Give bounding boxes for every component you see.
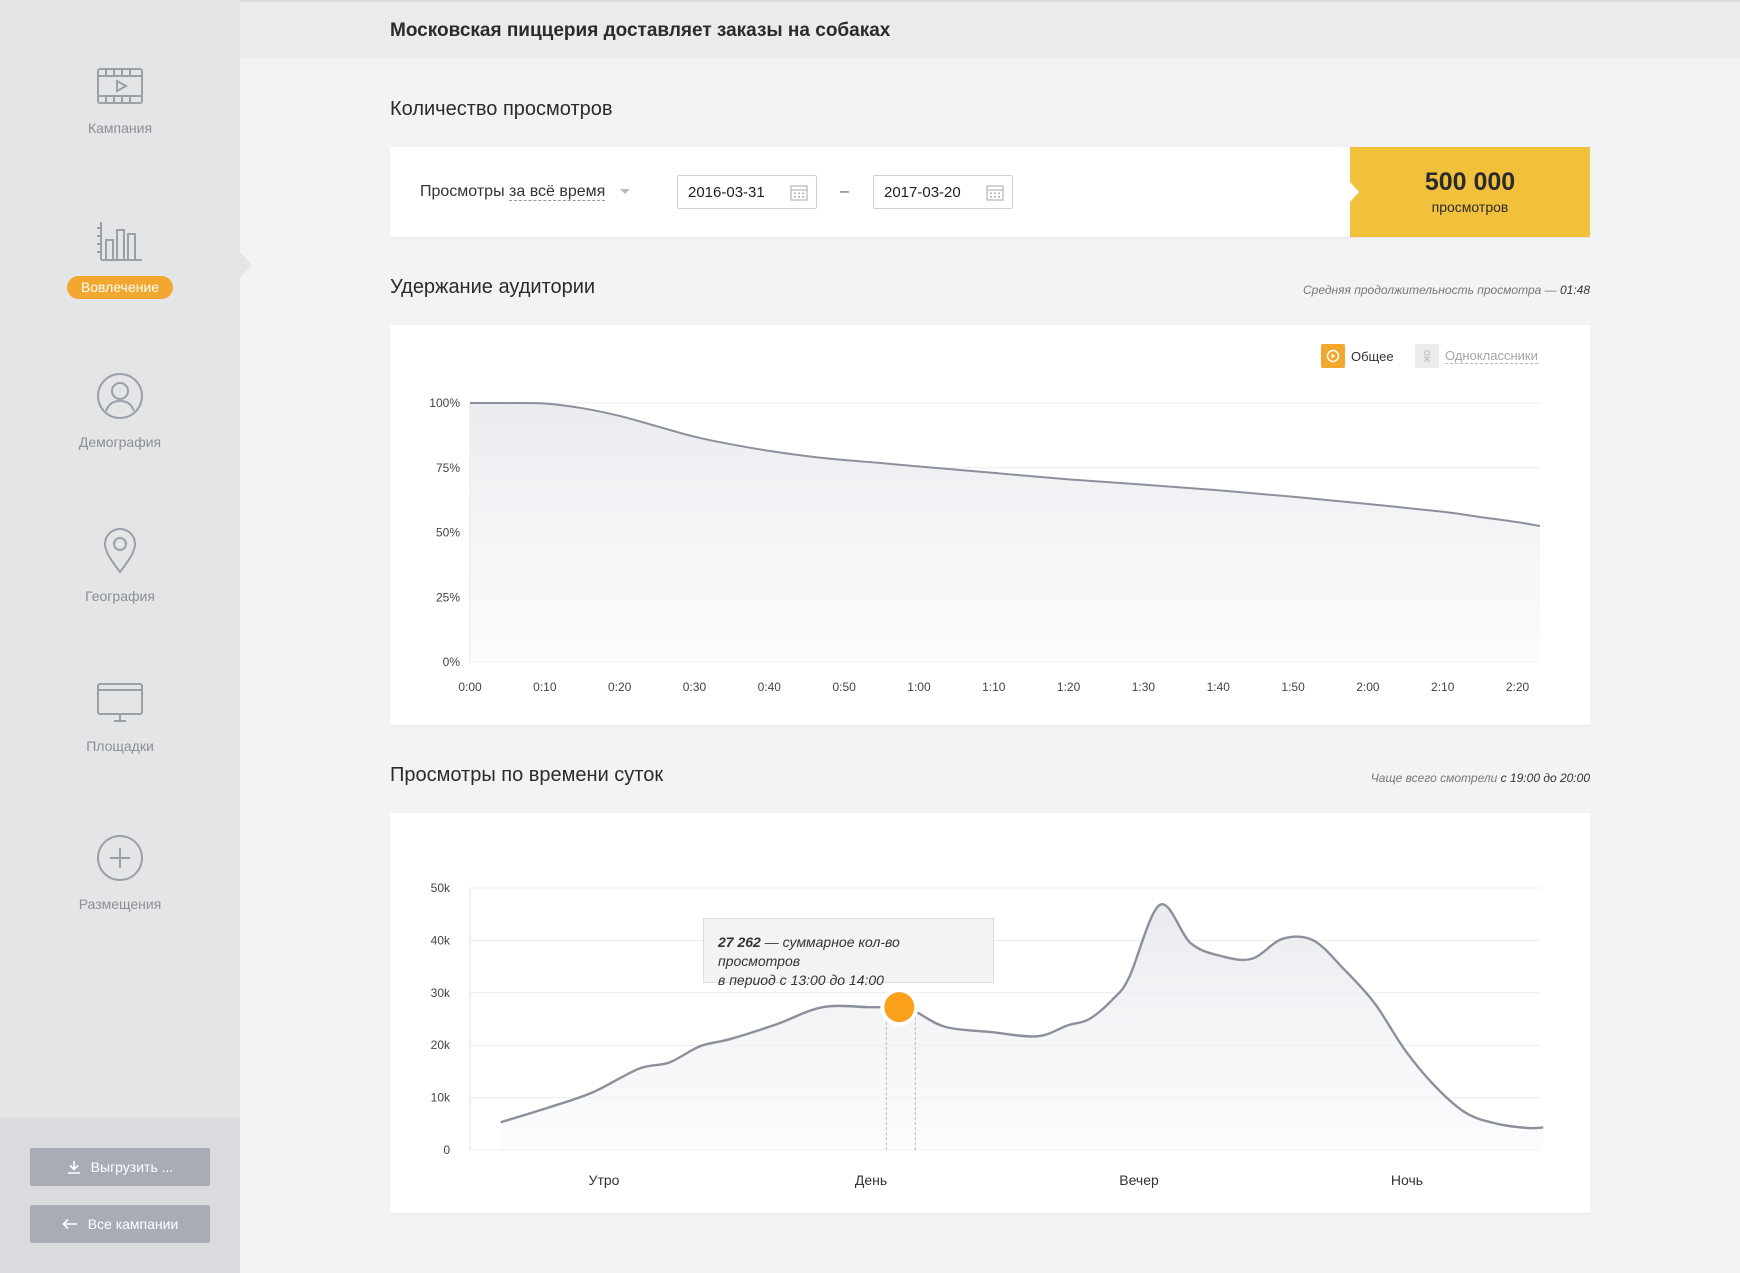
sidebar-item-label: География: [85, 588, 155, 604]
sidebar-footer: Выгрузить ... Все кампании: [0, 1118, 240, 1273]
x-tick-label: 1:30: [1132, 680, 1156, 694]
x-tick-label: 0:40: [758, 680, 782, 694]
calendar-icon[interactable]: [986, 184, 1004, 201]
total-views-badge: 500 000 просмотров: [1350, 147, 1590, 237]
daytime-chart: 0 10k 20k 30k 40k 50k Утро День Вечер Ночь: [431, 881, 1544, 1188]
y-tick-label: 75%: [436, 461, 460, 475]
x-tick-label: 2:10: [1431, 680, 1455, 694]
chart-tooltip: 27 262 — суммарное кол-во просмотров в п…: [703, 918, 994, 988]
sidebar-item-platforms[interactable]: Площадки: [0, 682, 240, 754]
sidebar-item-campaign[interactable]: Кампания: [0, 66, 240, 136]
active-nav-pointer: [240, 252, 252, 278]
total-views-value: 500 000: [1424, 168, 1516, 196]
sidebar-item-geography[interactable]: География: [0, 526, 240, 604]
x-tick-label: 0:10: [533, 680, 557, 694]
y-tick-label: 20k: [431, 1038, 451, 1052]
sidebar-item-label-active: Вовлечение: [66, 276, 174, 299]
retention-chart: 0% 25% 50% 75% 100% 0:00 0:10 0:20 0:30 0:40 0:50 1…: [429, 396, 1541, 694]
y-tick-label: 0: [443, 1143, 450, 1157]
export-button[interactable]: Выгрузить ...: [30, 1148, 210, 1186]
sidebar-item-label: Кампания: [87, 120, 153, 136]
x-tick-label: 0:30: [683, 680, 707, 694]
tooltip-line2: в период с 13:00 до 14:00: [718, 972, 884, 988]
daytime-note-prefix: Чаще всего смотрели: [1370, 771, 1498, 785]
y-tick-label: 50k: [431, 881, 451, 895]
retention-card: Общее Одноклассники 0% 25% 50% 75% 100% 0:00 0…: [390, 325, 1590, 725]
date-separator: –: [840, 183, 849, 200]
daytime-card: 0 10k 20k 30k 40k 50k Утро День Вечер Ночь 27 262…: [390, 813, 1590, 1213]
user-circle-icon: [97, 373, 143, 419]
x-tick-label: 1:20: [1057, 680, 1081, 694]
daytime-note-value: с 19:00 до 20:00: [1500, 771, 1590, 785]
sidebar-item-label: Площадки: [86, 738, 154, 754]
y-tick-label: 10k: [431, 1091, 451, 1105]
y-tick-label: 0%: [443, 655, 461, 669]
x-tick-label: 1:50: [1281, 680, 1305, 694]
all-campaigns-button-label: Все кампании: [87, 1216, 179, 1232]
retention-note: Средняя продолжительность просмотра — 01…: [1303, 283, 1590, 297]
bar-chart-icon: [97, 222, 142, 261]
export-button-label: Выгрузить ...: [90, 1159, 174, 1175]
date-to-field[interactable]: 2017-03-20: [873, 175, 1013, 209]
header-bar: Московская пиццерия доставляет заказы на…: [240, 0, 1740, 58]
sidebar-item-label: Размещения: [78, 896, 162, 912]
series-area: [500, 904, 1544, 1150]
x-tick-label: 0:20: [608, 680, 632, 694]
y-tick-label: 50%: [436, 526, 460, 540]
x-tick-label: 2:00: [1356, 680, 1380, 694]
plus-circle-icon: [97, 835, 143, 881]
x-tick-label: 2:20: [1506, 680, 1530, 694]
sidebar-item-label: Демография: [78, 434, 162, 450]
download-icon: [67, 1161, 80, 1174]
film-play-icon: [97, 68, 143, 104]
date-from-value: 2016-03-31: [688, 184, 765, 201]
x-tick-label: 1:10: [982, 680, 1006, 694]
x-tick-label: 1:00: [907, 680, 931, 694]
period-selector[interactable]: Просмотры за всё время: [420, 183, 630, 201]
sidebar-item-engagement[interactable]: Вовлечение: [0, 220, 240, 299]
x-category-label: Вечер: [1119, 1172, 1159, 1188]
calendar-icon[interactable]: [790, 184, 808, 201]
period-prefix: Просмотры: [420, 183, 505, 200]
daytime-section-title: Просмотры по времени суток: [390, 764, 664, 786]
tooltip-value: 27 262: [718, 934, 761, 950]
period-dropdown[interactable]: за всё время: [509, 183, 606, 201]
highlight-point: [884, 992, 915, 1023]
x-tick-label: 1:40: [1207, 680, 1231, 694]
y-tick-label: 40k: [431, 933, 451, 947]
sidebar-item-demography[interactable]: Демография: [0, 372, 240, 450]
retention-section-title: Удержание аудитории: [390, 276, 596, 298]
daytime-note: Чаще всего смотрели с 19:00 до 20:00: [1371, 771, 1590, 785]
x-tick-label: 0:50: [832, 680, 856, 694]
sidebar-item-placements[interactable]: Размещения: [0, 834, 240, 912]
views-card: Просмотры за всё время 2016-03-31 – 2017…: [390, 147, 1590, 237]
page-title: Московская пиццерия доставляет заказы на…: [390, 20, 891, 41]
map-pin-icon: [103, 528, 137, 574]
retention-note-prefix: Средняя продолжительность просмотра —: [1303, 283, 1557, 297]
y-tick-label: 25%: [436, 590, 460, 604]
sidebar: Кампания Вовлечение Демография География: [0, 0, 240, 1273]
monitor-icon: [97, 683, 143, 722]
date-to-value: 2017-03-20: [884, 184, 961, 201]
x-category-label: Утро: [589, 1172, 620, 1188]
arrow-left-icon: [62, 1218, 77, 1230]
x-category-label: Ночь: [1391, 1172, 1423, 1188]
retention-note-value: 01:48: [1559, 283, 1590, 297]
y-tick-label: 100%: [429, 396, 460, 410]
x-tick-label: 0:00: [458, 680, 482, 694]
all-campaigns-button[interactable]: Все кампании: [30, 1205, 210, 1243]
total-views-label: просмотров: [1431, 199, 1509, 215]
series-area: [470, 402, 1540, 662]
date-from-field[interactable]: 2016-03-31: [677, 175, 817, 209]
chevron-down-icon: [619, 189, 630, 195]
x-category-label: День: [855, 1172, 887, 1188]
y-tick-label: 30k: [431, 986, 451, 1000]
views-section-title: Количество просмотров: [390, 98, 613, 120]
